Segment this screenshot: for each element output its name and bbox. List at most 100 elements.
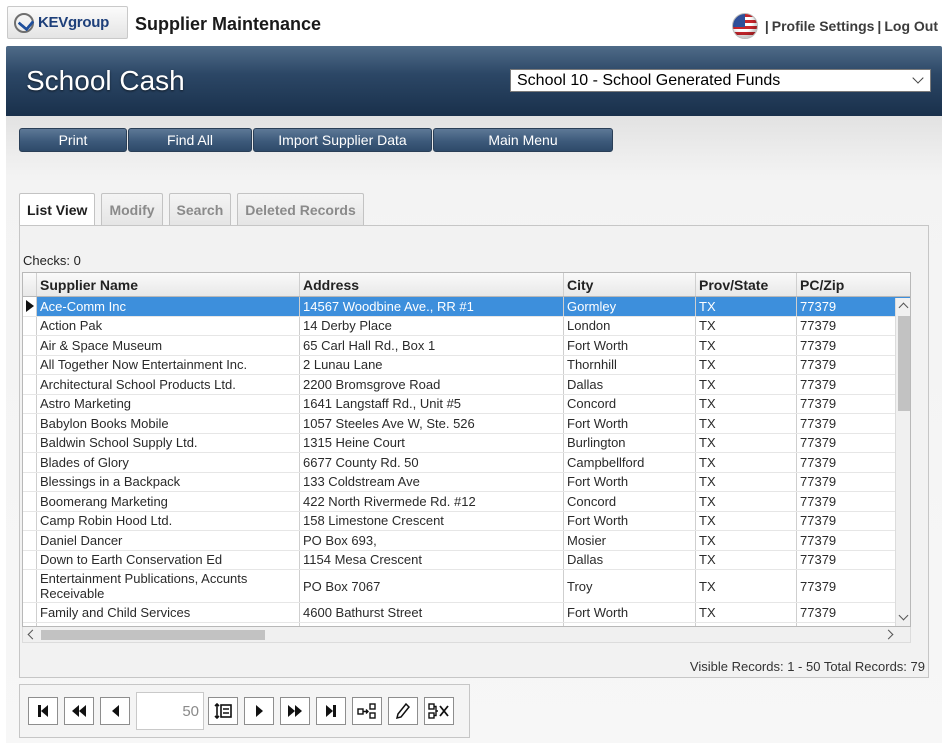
school-select-value: School 10 - School Generated Funds	[517, 71, 781, 89]
next-page-button[interactable]	[280, 697, 310, 725]
cell-pc-zip: 77379	[800, 396, 837, 412]
row-selector[interactable]	[23, 511, 37, 530]
cell-supplier-name: Astro Marketing	[37, 394, 300, 413]
horizontal-scroll-thumb[interactable]	[41, 630, 265, 640]
school-select[interactable]: School 10 - School Generated Funds	[510, 69, 931, 92]
cell-prov-state: TX	[696, 511, 797, 530]
tab-modify[interactable]: Modify	[101, 193, 163, 225]
print-button[interactable]: Print	[19, 128, 127, 152]
row-selector[interactable]	[23, 375, 37, 394]
table-row[interactable]: Daniel Dancer PO Box 693, Mosier TX 77379	[23, 531, 910, 551]
column-header-city[interactable]: City	[564, 273, 696, 296]
horizontal-scrollbar[interactable]	[22, 627, 911, 643]
logout-link[interactable]: Log Out	[884, 18, 938, 34]
table-row[interactable]: Action Pak 14 Derby Place London TX 77379	[23, 316, 910, 336]
table-row[interactable]: Family and Child Services 4600 Bathurst S…	[23, 603, 910, 623]
tab-deleted-records[interactable]: Deleted Records	[237, 193, 364, 225]
row-selector[interactable]	[23, 570, 37, 602]
cell-supplier-name: Action Pak	[37, 316, 300, 335]
cell-address: 14 Derby Place	[300, 316, 564, 335]
separator: |	[877, 18, 882, 34]
us-flag-icon[interactable]	[731, 13, 758, 39]
tab-search[interactable]: Search	[168, 193, 232, 225]
cell-prov-state: TX	[696, 550, 797, 569]
column-header-supplier-name[interactable]: Supplier Name	[37, 273, 300, 296]
previous-page-button[interactable]	[64, 697, 94, 725]
table-row[interactable]: Air & Space Museum 65 Carl Hall Rd., Box …	[23, 336, 910, 356]
row-selector[interactable]	[23, 531, 37, 550]
cell-address: 1315 Heine Court	[300, 433, 564, 452]
top-bar: KEVgroup Supplier Maintenance | Profile …	[0, 0, 942, 46]
table-row[interactable]: Babylon Books Mobile 1057 Steeles Ave W, …	[23, 414, 910, 434]
profile-settings-link[interactable]: Profile Settings	[772, 18, 875, 34]
column-header-address[interactable]: Address	[300, 273, 564, 296]
row-selector[interactable]	[23, 336, 37, 355]
cell-address: 422 North Rivermede Rd. #12	[300, 492, 564, 511]
scroll-right-icon[interactable]	[883, 629, 894, 640]
vertical-scrollbar[interactable]	[895, 298, 910, 626]
table-row[interactable]: Baldwin School Supply Ltd. 1315 Heine Cou…	[23, 433, 910, 453]
row-selector[interactable]	[23, 355, 37, 374]
tab-list-view[interactable]: List View	[19, 193, 96, 226]
row-selector[interactable]	[23, 603, 37, 622]
row-selector[interactable]	[23, 550, 37, 569]
add-record-button[interactable]	[352, 697, 382, 725]
toolbar: Print Find All Import Supplier Data Main…	[19, 128, 614, 152]
find-all-button[interactable]: Find All	[128, 128, 252, 152]
cell-city: Campbellford	[564, 453, 696, 472]
last-record-button[interactable]	[316, 697, 346, 725]
row-selector[interactable]	[23, 394, 37, 413]
kevgroup-logo[interactable]: KEVgroup	[7, 6, 128, 39]
row-selector[interactable]	[23, 297, 37, 316]
row-selector[interactable]	[23, 414, 37, 433]
column-header-pc-zip[interactable]: PC/Zip	[797, 273, 892, 296]
table-row[interactable]: Boomerang Marketing 422 North Rivermede R…	[23, 492, 910, 512]
table-row[interactable]: Camp Robin Hood Ltd. 158 Limestone Cresce…	[23, 511, 910, 531]
table-row[interactable]: Blades of Glory 6677 County Rd. 50 Campbel…	[23, 453, 910, 473]
first-record-button[interactable]	[28, 697, 58, 725]
cell-pc-zip: 77379	[800, 552, 837, 568]
previous-record-button[interactable]	[100, 697, 130, 725]
header-banner: School Cash School 10 - School Generated…	[6, 46, 942, 116]
column-header-prov-state[interactable]: Prov/State	[696, 273, 797, 296]
cell-pc-zip: 77379	[800, 474, 837, 490]
cell-prov-state: TX	[696, 603, 797, 622]
set-page-size-button[interactable]	[208, 697, 238, 725]
row-selector[interactable]	[23, 492, 37, 511]
cell-supplier-name: Ace-Comm Inc	[37, 297, 300, 316]
scroll-left-icon[interactable]	[27, 629, 38, 640]
row-selector-header	[23, 273, 37, 296]
scroll-down-icon[interactable]	[898, 610, 909, 621]
row-selector[interactable]	[23, 433, 37, 452]
cell-pc-zip: 77379	[800, 337, 837, 353]
import-supplier-data-button[interactable]: Import Supplier Data	[253, 128, 432, 152]
table-row[interactable]: Down to Earth Conservation Ed 1154 Mesa C…	[23, 550, 910, 570]
records-status: Visible Records: 1 - 50 Total Records: 7…	[689, 659, 925, 674]
table-row[interactable]: Astro Marketing 1641 Langstaff Rd., Unit …	[23, 394, 910, 414]
vertical-scroll-thumb[interactable]	[898, 316, 910, 411]
page-size-input[interactable]: 50	[136, 692, 204, 730]
row-selector[interactable]	[23, 472, 37, 491]
table-row[interactable]: Entertainment Publications, Accunts Rece…	[23, 570, 910, 603]
record-navigator: 50	[19, 684, 470, 738]
table-row[interactable]: Blessings in a Backpack 133 Coldstream Av…	[23, 472, 910, 492]
cell-city: Fort Worth	[564, 603, 696, 622]
scroll-up-icon[interactable]	[898, 302, 909, 313]
cell-city: Dallas	[564, 550, 696, 569]
cell-pc-zip: 77379	[800, 532, 837, 548]
checks-count: Checks: 0	[23, 253, 81, 268]
cell-address: 1641 Langstaff Rd., Unit #5	[300, 394, 564, 413]
table-row[interactable]: All Together Now Entertainment Inc. 2 Lun…	[23, 355, 910, 375]
main-menu-button[interactable]: Main Menu	[433, 128, 613, 152]
table-row[interactable]: Architectural School Products Ltd. 2200 B…	[23, 375, 910, 395]
list-numbered-icon	[214, 703, 232, 719]
next-record-button[interactable]	[244, 697, 274, 725]
table-row[interactable]: Ace-Comm Inc 14567 Woodbine Ave., RR #1 Go…	[23, 297, 910, 317]
row-selector[interactable]	[23, 453, 37, 472]
cell-supplier-name: Entertainment Publications, Accunts Rece…	[37, 570, 300, 602]
row-selector[interactable]	[23, 316, 37, 335]
cell-address: 2200 Bromsgrove Road	[300, 375, 564, 394]
delete-record-button[interactable]	[424, 697, 454, 725]
cell-pc-zip: 77379	[800, 415, 837, 431]
edit-record-button[interactable]	[388, 697, 418, 725]
